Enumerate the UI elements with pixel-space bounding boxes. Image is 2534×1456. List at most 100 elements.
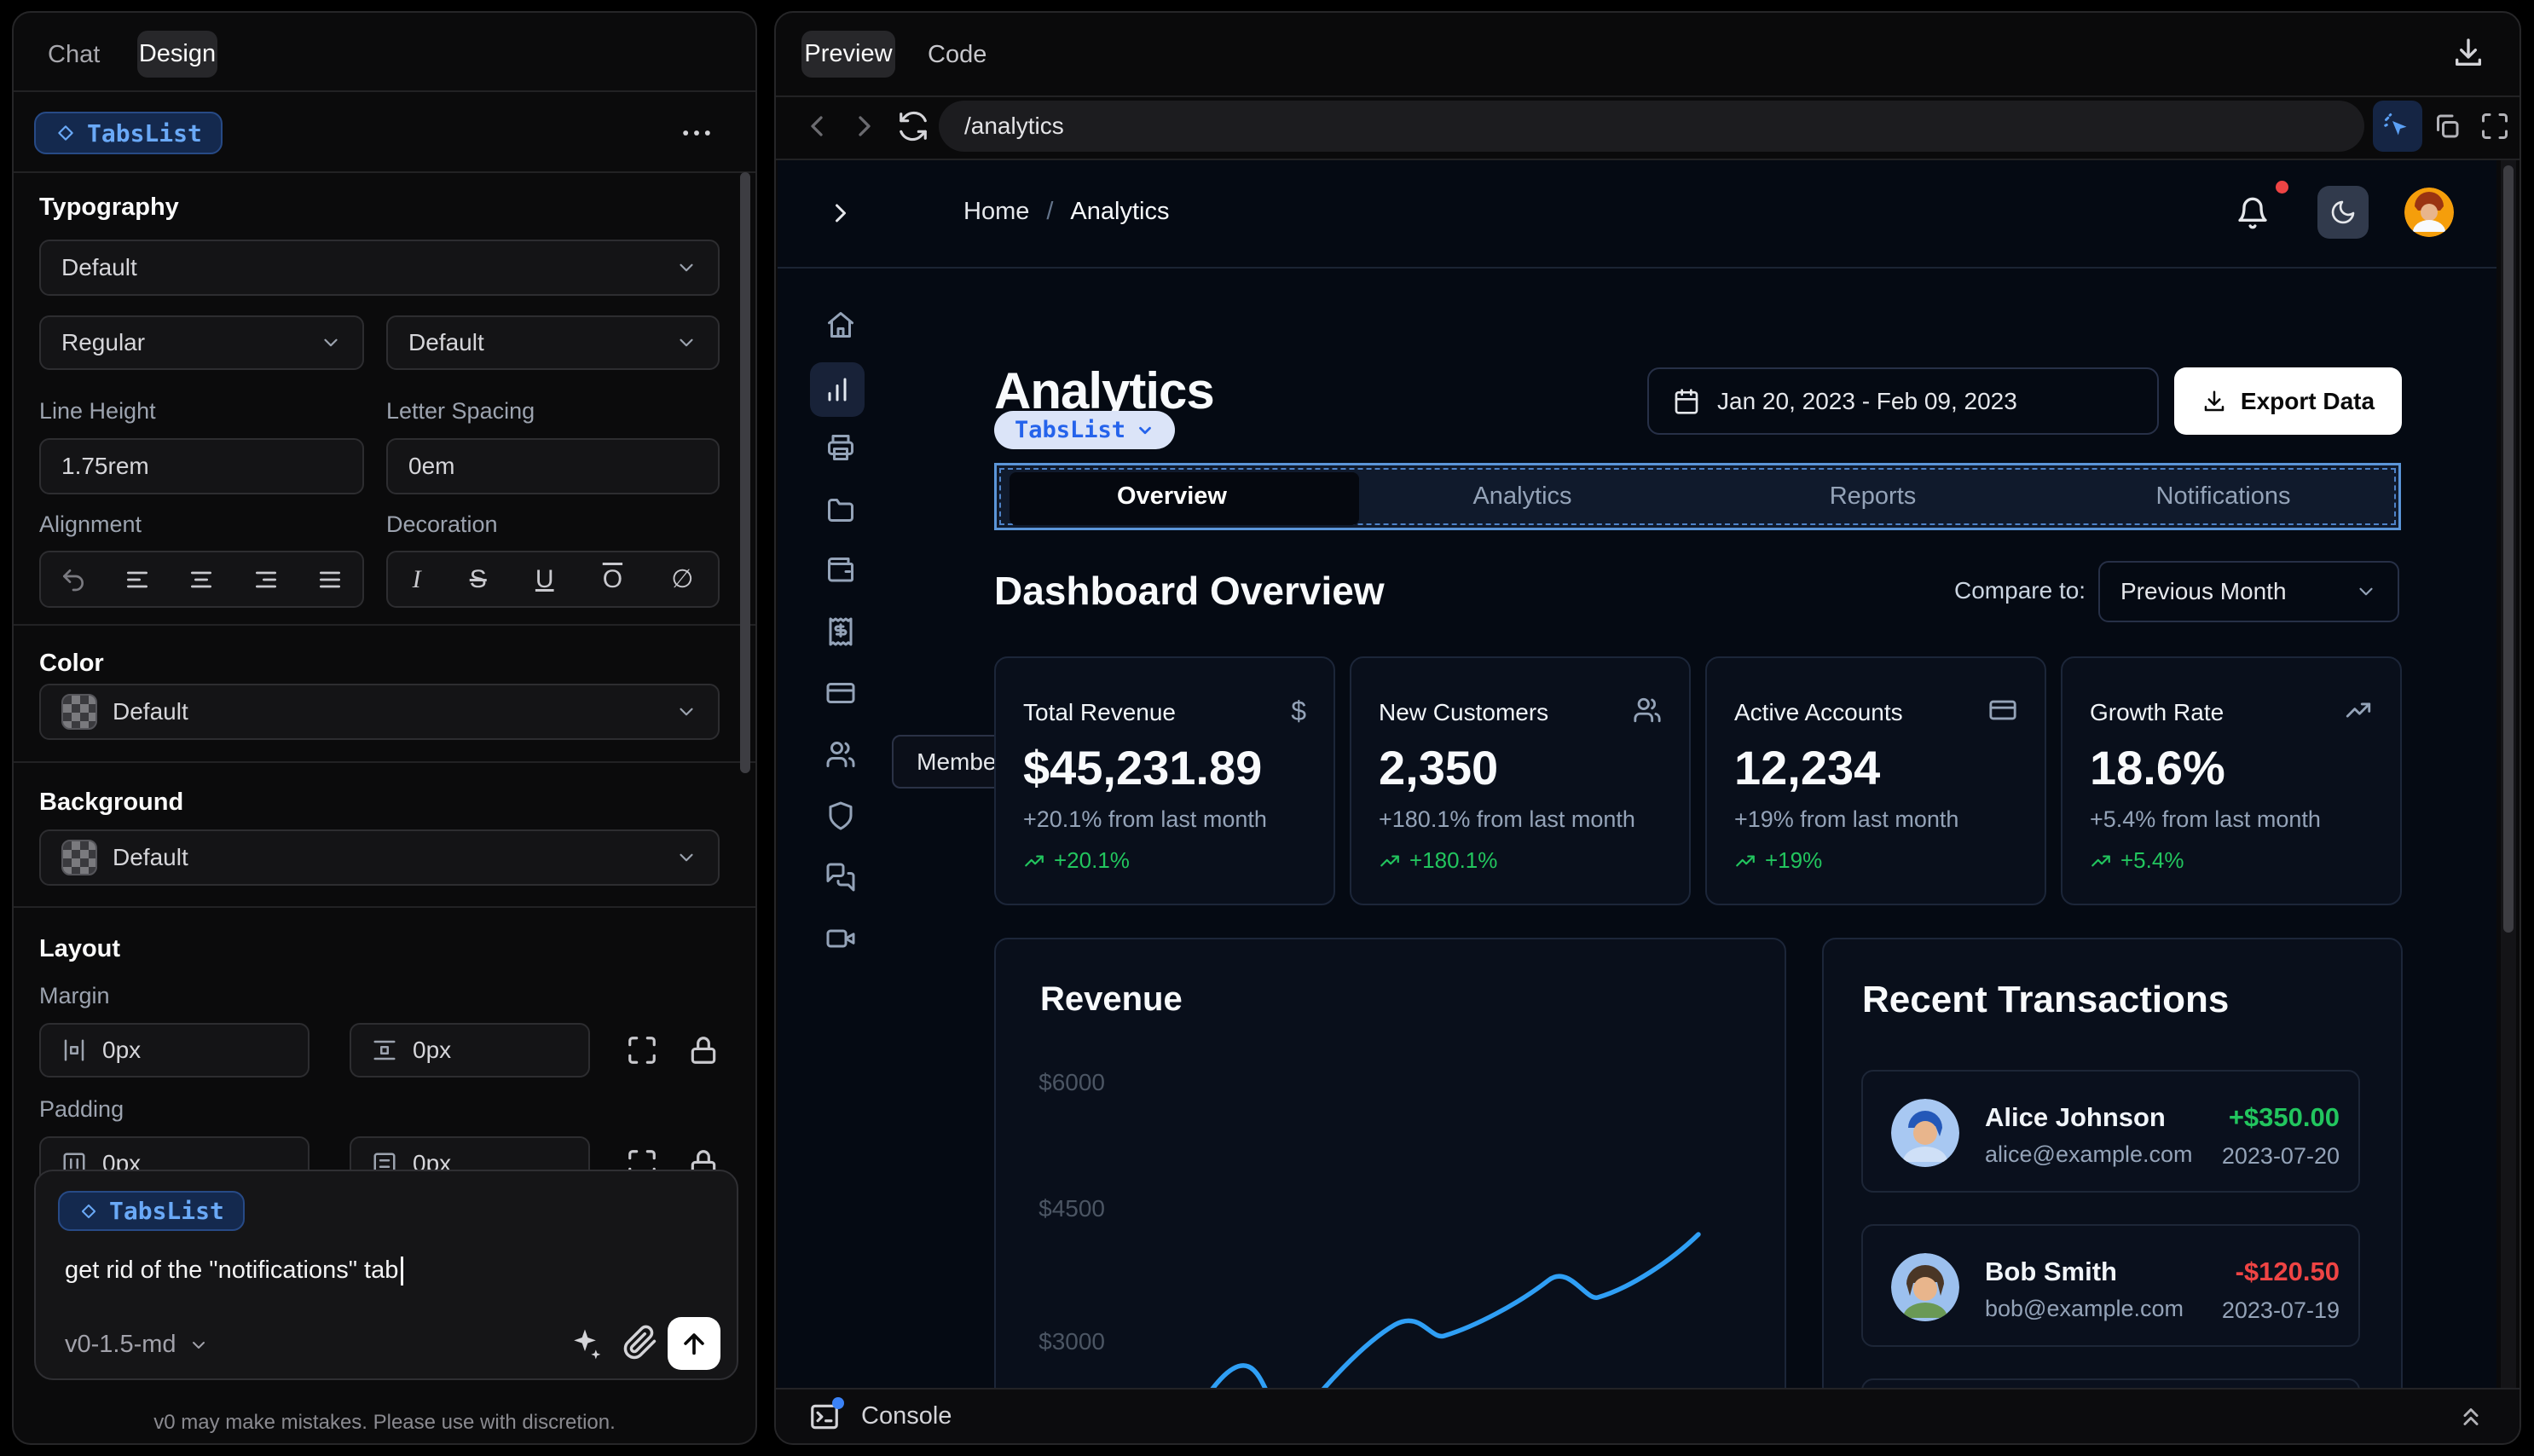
breadcrumb-current[interactable]: Analytics	[1070, 198, 1169, 226]
transaction-row[interactable]: Alice Johnson alice@example.com +$350.00…	[1861, 1070, 2360, 1193]
composer-component-chip[interactable]: TabsList	[58, 1191, 245, 1231]
sidebar-item-receipts[interactable]	[813, 604, 868, 659]
selected-component-chip[interactable]: TabsList	[34, 112, 223, 154]
stat-trend: +19%	[1734, 847, 1822, 874]
align-center-icon[interactable]	[188, 566, 215, 593]
preview-scrollbar-thumb[interactable]	[2503, 165, 2514, 933]
tab-analytics[interactable]: Analytics	[1347, 482, 1698, 511]
bell-icon[interactable]	[2236, 196, 2270, 230]
font-weight-select[interactable]: Regular	[39, 315, 364, 370]
tab-design-label: Design	[138, 40, 217, 67]
underline-icon[interactable]: U	[535, 565, 554, 594]
stat-change: +20.1% from last month	[1023, 806, 1267, 832]
tab-overview[interactable]: Overview	[997, 482, 1347, 511]
stat-value: 2,350	[1379, 741, 1499, 794]
sidebar-item-home[interactable]	[813, 298, 868, 352]
users-icon	[825, 739, 856, 770]
revenue-line-chart	[1207, 1232, 1701, 1391]
back-icon[interactable]	[800, 109, 834, 143]
selected-element-label: TabsList	[1015, 417, 1126, 443]
model-select[interactable]: v0-1.5-md	[65, 1331, 209, 1359]
tab-code[interactable]: Code	[928, 41, 986, 69]
sidebar-item-members[interactable]	[813, 727, 868, 782]
stat-card-active-accounts: Active Accounts 12,234 +19% from last mo…	[1705, 656, 2046, 905]
layout-section-title: Layout	[39, 935, 121, 962]
download-icon[interactable]	[2451, 36, 2485, 70]
console-bar[interactable]: Console	[776, 1388, 2520, 1443]
video-icon	[825, 923, 856, 954]
attachment-icon[interactable]	[622, 1325, 658, 1361]
background-select[interactable]: Default	[39, 829, 720, 886]
align-right-icon[interactable]	[252, 566, 280, 593]
sidebar-item-invoices[interactable]	[813, 420, 868, 475]
fullscreen-icon[interactable]	[2479, 111, 2510, 142]
composer-input[interactable]: get rid of the "notifications" tab	[65, 1257, 404, 1286]
line-height-input[interactable]: 1.75rem	[39, 438, 364, 494]
align-justify-icon[interactable]	[316, 566, 344, 593]
font-family-select[interactable]: Default	[39, 240, 720, 296]
sidebar-item-wallet[interactable]	[813, 543, 868, 598]
transaction-row[interactable]: Bob Smith bob@example.com -$120.50 2023-…	[1861, 1224, 2360, 1347]
preview-scrollbar-track[interactable]	[2501, 160, 2516, 1391]
messages-icon	[825, 862, 856, 893]
sidebar-toggle-icon[interactable]	[825, 198, 856, 228]
tab-design[interactable]: Design	[137, 31, 217, 78]
design-panel: Chat Design TabsList Typography Default …	[12, 11, 757, 1445]
tab-preview[interactable]: Preview	[801, 31, 895, 78]
moon-icon	[2329, 199, 2357, 226]
margin-x-icon	[61, 1037, 87, 1063]
chevrons-up-icon[interactable]	[2456, 1402, 2485, 1431]
compare-select[interactable]: Previous Month	[2098, 561, 2399, 622]
shield-icon	[825, 800, 856, 831]
color-select[interactable]: Default	[39, 684, 720, 740]
export-data-button[interactable]: Export Data	[2174, 367, 2402, 435]
disclaimer-text: v0 may make mistakes. Please use with di…	[153, 1411, 616, 1434]
margin-x-input[interactable]: 0px	[39, 1023, 310, 1078]
url-bar[interactable]: /analytics	[939, 101, 2364, 152]
margin-y-input[interactable]: 0px	[350, 1023, 590, 1078]
tab-reports[interactable]: Reports	[1698, 482, 2048, 511]
overline-icon[interactable]: O	[603, 565, 622, 594]
transaction-email: alice@example.com	[1985, 1141, 2193, 1167]
section-title: Dashboard Overview	[994, 569, 1385, 613]
tab-notifications[interactable]: Notifications	[2048, 482, 2398, 511]
inspect-button[interactable]	[2373, 101, 2422, 152]
sidebar-item-video[interactable]	[813, 911, 868, 966]
trending-up-icon	[2344, 696, 2373, 725]
divider	[776, 95, 2520, 97]
composer-text: get rid of the "notifications" tab	[65, 1257, 399, 1284]
sidebar-item-cards[interactable]	[813, 666, 868, 720]
refresh-icon[interactable]	[897, 110, 929, 142]
user-avatar[interactable]	[2404, 188, 2454, 237]
panel-scrollbar[interactable]	[740, 172, 750, 773]
letter-spacing-input[interactable]: 0em	[386, 438, 720, 494]
undo-icon[interactable]	[60, 566, 87, 593]
strikethrough-icon[interactable]: S	[470, 565, 487, 594]
font-size-select[interactable]: Default	[386, 315, 720, 370]
more-menu-icon[interactable]	[678, 114, 715, 152]
wallet-icon	[825, 555, 856, 586]
no-decoration-icon[interactable]: ∅	[671, 564, 693, 594]
theme-toggle[interactable]	[2317, 186, 2369, 239]
send-button[interactable]	[668, 1317, 720, 1370]
tab-chat[interactable]: Chat	[48, 41, 100, 69]
chat-composer[interactable]: TabsList get rid of the "notifications" …	[34, 1170, 738, 1380]
stat-title: New Customers	[1379, 699, 1549, 725]
forward-icon[interactable]	[848, 109, 882, 143]
selected-element-chip[interactable]: TabsList	[994, 411, 1176, 449]
sidebar-item-messages[interactable]	[813, 850, 868, 904]
transaction-amount: +$350.00	[2228, 1102, 2340, 1132]
lock-icon[interactable]	[687, 1034, 720, 1066]
italic-icon[interactable]: I	[413, 565, 421, 594]
breadcrumb-home[interactable]: Home	[963, 198, 1029, 226]
date-range-picker[interactable]: Jan 20, 2023 - Feb 09, 2023	[1647, 367, 2159, 435]
enhance-prompt-icon[interactable]	[566, 1325, 604, 1362]
expand-icon[interactable]	[626, 1034, 658, 1066]
align-left-icon[interactable]	[124, 566, 151, 593]
margin-label: Margin	[39, 983, 110, 1008]
sidebar-item-security[interactable]	[813, 789, 868, 843]
chevron-down-icon	[675, 257, 697, 279]
sidebar-item-analytics[interactable]	[810, 362, 865, 417]
sidebar-item-files[interactable]	[813, 482, 868, 536]
copy-icon[interactable]	[2432, 111, 2462, 142]
